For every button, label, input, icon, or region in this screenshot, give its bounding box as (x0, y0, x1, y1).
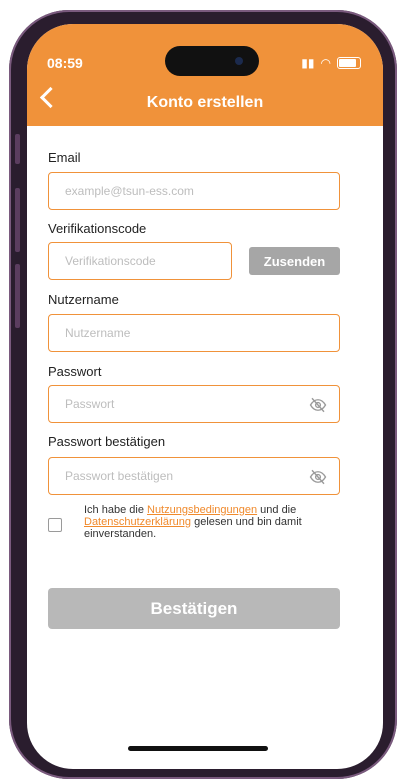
password-confirm-input[interactable] (49, 458, 339, 494)
eye-off-icon[interactable] (309, 468, 327, 486)
camera-dot (235, 57, 243, 65)
username-field-box (48, 314, 340, 352)
side-button (15, 134, 20, 164)
code-label: Verifikationscode (48, 221, 147, 236)
side-button (15, 188, 20, 252)
battery-icon (337, 57, 361, 69)
dynamic-island (165, 46, 259, 76)
status-icons: ▮▮ ◠ (301, 56, 361, 70)
username-input[interactable] (49, 315, 339, 351)
privacy-link[interactable]: Datenschutzerklärung (84, 516, 191, 528)
email-label: Email (48, 150, 81, 165)
status-time: 08:59 (47, 55, 83, 71)
home-indicator (128, 746, 268, 751)
confirm-button[interactable]: Bestätigen (48, 588, 340, 629)
send-code-button[interactable]: Zusenden (249, 247, 340, 275)
page-title: Konto erstellen (146, 94, 264, 111)
signal-icon: ▮▮ (301, 56, 315, 70)
eye-off-icon[interactable] (309, 396, 327, 414)
password-confirm-field-box (48, 457, 340, 495)
agreement-text-part: und die (260, 504, 297, 516)
terms-link[interactable]: Nutzungsbedingungen (147, 504, 257, 516)
agreement-checkbox[interactable] (48, 518, 62, 532)
password-field-box (48, 385, 340, 423)
email-field-box (48, 172, 340, 210)
password-confirm-label: Passwort bestätigen (48, 434, 166, 449)
header-bar: 08:59 ▮▮ ◠ Konto erstellen (27, 24, 383, 126)
side-button (15, 264, 20, 328)
code-field-box (48, 242, 232, 280)
agreement-text: Ich habe die Nutzungsbedingungen und die… (84, 504, 354, 540)
username-label: Nutzername (48, 292, 119, 307)
verification-code-input[interactable] (49, 243, 231, 279)
wifi-icon: ◠ (320, 56, 331, 70)
password-label: Passwort (48, 364, 102, 379)
password-input[interactable] (49, 386, 339, 422)
agreement-text-part: Ich habe die (84, 504, 144, 516)
email-input[interactable] (49, 173, 339, 209)
